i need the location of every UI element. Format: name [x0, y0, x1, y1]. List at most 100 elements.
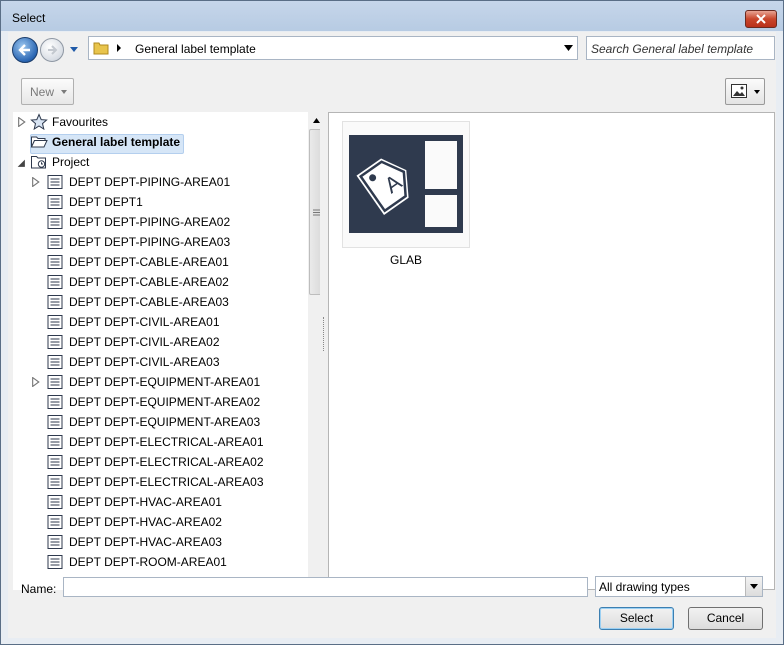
tree-item-label: DEPT DEPT-ROOM-AREA01	[69, 555, 227, 569]
grip-icon	[313, 209, 320, 215]
drawing-type-dropdown-button[interactable]	[745, 577, 762, 596]
folder-icon	[93, 42, 109, 55]
search-box[interactable]: Search General label template	[586, 36, 775, 60]
tree-item-dept[interactable]: DEPT DEPT-CIVIL-AREA02	[13, 332, 303, 352]
expand-arrow-icon[interactable]	[31, 377, 41, 387]
tree-item-label: DEPT DEPT-EQUIPMENT-AREA01	[69, 375, 261, 389]
tree-item-dept[interactable]: DEPT DEPT-CABLE-AREA02	[13, 272, 303, 292]
tree-item-label: DEPT DEPT-CABLE-AREA03	[69, 295, 229, 309]
department-icon	[47, 415, 63, 429]
tree-item-dept[interactable]: DEPT DEPT-PIPING-AREA03	[13, 232, 303, 252]
search-placeholder: Search General label template	[591, 42, 754, 56]
tree-item-dept[interactable]: DEPT DEPT-CIVIL-AREA03	[13, 352, 303, 372]
drawing-type-value: All drawing types	[599, 580, 690, 594]
tree-item-label: DEPT DEPT-PIPING-AREA02	[69, 215, 231, 229]
department-icon	[47, 315, 63, 329]
tree-item-label: DEPT DEPT-CIVIL-AREA01	[69, 315, 220, 329]
department-icon	[47, 455, 63, 469]
folder-tree[interactable]: Favourites General label template Projec…	[13, 112, 322, 590]
file-tile-label[interactable]: GLAB	[342, 253, 470, 267]
pane-splitter[interactable]	[320, 112, 328, 590]
tree-item-label: DEPT DEPT-PIPING-AREA03	[69, 235, 231, 249]
label-template-icon: A	[349, 135, 463, 233]
tree-item-dept[interactable]: DEPT DEPT-PIPING-AREA01	[13, 172, 303, 192]
tree-item-dept[interactable]: DEPT DEPT-CIVIL-AREA01	[13, 312, 303, 332]
select-dialog: Select General label template Search Gen…	[0, 0, 784, 645]
tree-item-favourites[interactable]: Favourites	[13, 112, 303, 132]
department-icon	[47, 215, 63, 229]
department-icon	[47, 175, 63, 189]
expand-arrow-icon[interactable]	[31, 177, 41, 187]
open-folder-icon	[30, 136, 48, 148]
tree-item-general-label-template[interactable]: General label template	[13, 132, 303, 152]
tree-item-project[interactable]: Project	[13, 152, 303, 172]
star-icon	[30, 113, 48, 131]
tree-item-label: DEPT DEPT-ELECTRICAL-AREA02	[69, 455, 264, 469]
cancel-button[interactable]: Cancel	[688, 607, 763, 630]
department-icon	[47, 255, 63, 269]
department-icon	[47, 495, 63, 509]
dialog-body: General label template Search General la…	[8, 32, 776, 638]
tree-item-dept[interactable]: DEPT DEPT-ELECTRICAL-AREA02	[13, 452, 303, 472]
tree-item-label: Favourites	[52, 115, 109, 129]
image-view-icon	[731, 84, 747, 98]
select-button[interactable]: Select	[599, 607, 674, 630]
forward-button[interactable]	[40, 38, 64, 62]
tree-item-dept[interactable]: DEPT DEPT-ELECTRICAL-AREA03	[13, 472, 303, 492]
breadcrumb-arrow-icon[interactable]	[115, 43, 123, 53]
project-folder-icon	[31, 156, 46, 169]
tree-item-label: DEPT DEPT-CABLE-AREA02	[69, 275, 229, 289]
arrow-left-icon	[18, 44, 30, 56]
name-label: Name:	[21, 582, 57, 596]
tree-item-dept[interactable]: DEPT DEPT-ROOM-AREA01	[13, 552, 303, 572]
close-button[interactable]	[745, 10, 777, 28]
department-icon	[47, 295, 63, 309]
back-button[interactable]	[12, 37, 38, 63]
chevron-down-icon	[754, 90, 760, 94]
tree-item-label: DEPT DEPT-PIPING-AREA01	[69, 175, 231, 189]
address-bar[interactable]: General label template	[88, 36, 578, 60]
tree-item-dept[interactable]: DEPT DEPT-HVAC-AREA01	[13, 492, 303, 512]
department-icon	[47, 355, 63, 369]
tree-item-dept[interactable]: DEPT DEPT1	[13, 192, 303, 212]
department-icon	[47, 535, 63, 549]
view-mode-button[interactable]	[725, 78, 765, 105]
collapse-arrow-icon[interactable]	[16, 158, 26, 168]
new-button-label: New	[30, 85, 55, 99]
drawing-type-select[interactable]: All drawing types	[595, 576, 763, 597]
tree-item-dept[interactable]: DEPT DEPT-PIPING-AREA02	[13, 212, 303, 232]
arrow-right-icon	[48, 45, 58, 55]
tree-item-label: DEPT DEPT-HVAC-AREA01	[69, 495, 222, 509]
new-button[interactable]: New	[21, 78, 74, 105]
chevron-down-icon	[750, 584, 758, 589]
department-icon	[47, 555, 63, 569]
breadcrumb-current[interactable]: General label template	[135, 42, 256, 56]
tree-item-dept[interactable]: DEPT DEPT-EQUIPMENT-AREA01	[13, 372, 303, 392]
close-icon	[756, 14, 766, 24]
name-field[interactable]	[63, 577, 588, 597]
department-icon	[47, 195, 63, 209]
tree-item-dept[interactable]: DEPT DEPT-CABLE-AREA03	[13, 292, 303, 312]
chevron-down-icon	[61, 90, 67, 94]
file-view[interactable]: A GLAB	[328, 112, 775, 590]
tree-item-label: DEPT DEPT-CABLE-AREA01	[69, 255, 229, 269]
tree-item-label: General label template	[52, 135, 181, 149]
tree-item-label: DEPT DEPT-EQUIPMENT-AREA02	[69, 395, 261, 409]
file-tile-glab[interactable]: A	[342, 121, 470, 248]
tree-item-dept[interactable]: DEPT DEPT-HVAC-AREA02	[13, 512, 303, 532]
address-dropdown-button[interactable]	[559, 37, 577, 59]
expand-arrow-icon[interactable]	[17, 117, 27, 127]
department-icon	[47, 335, 63, 349]
tree-item-dept[interactable]: DEPT DEPT-HVAC-AREA03	[13, 532, 303, 552]
tree-item-dept[interactable]: DEPT DEPT-EQUIPMENT-AREA02	[13, 392, 303, 412]
tree-item-dept[interactable]: DEPT DEPT-EQUIPMENT-AREA03	[13, 412, 303, 432]
tree-item-label: DEPT DEPT-HVAC-AREA02	[69, 515, 222, 529]
recent-locations-dropdown[interactable]	[68, 43, 80, 55]
title-bar: Select	[1, 1, 783, 33]
department-icon	[47, 275, 63, 289]
tree-item-dept[interactable]: DEPT DEPT-ELECTRICAL-AREA01	[13, 432, 303, 452]
tree-item-label: Project	[52, 155, 90, 169]
tree-item-label: DEPT DEPT1	[69, 195, 143, 209]
tree-item-dept[interactable]: DEPT DEPT-CABLE-AREA01	[13, 252, 303, 272]
department-icon	[47, 395, 63, 409]
